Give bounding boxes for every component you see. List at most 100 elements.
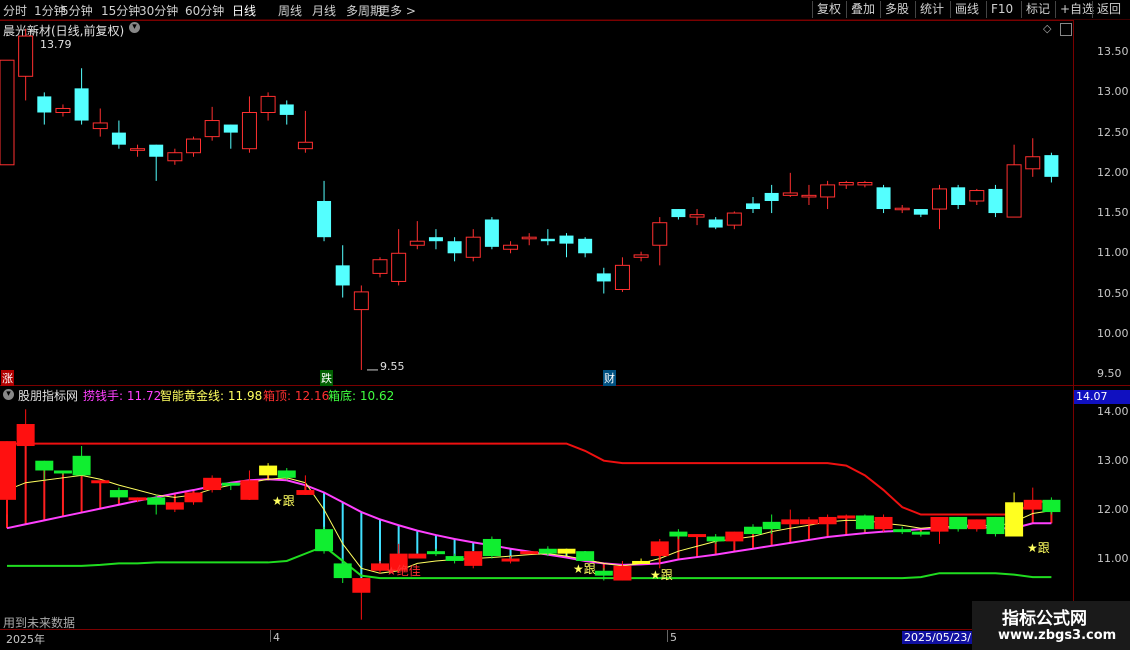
candle-body — [409, 240, 425, 246]
candle-body — [18, 35, 34, 77]
ind-bar — [165, 502, 184, 510]
high-arrow — [26, 28, 39, 34]
watermark-box: 指标公式网 www.zbgs3.com — [972, 601, 1130, 650]
candle-body — [92, 122, 108, 130]
candle-body — [633, 254, 649, 258]
candle-body — [1006, 164, 1022, 218]
ind-bar — [799, 519, 818, 525]
ind-bar — [315, 529, 334, 552]
candle-body — [708, 219, 723, 228]
ind-bar — [874, 516, 893, 530]
ind-bar — [16, 424, 35, 447]
ind-bar — [967, 519, 986, 530]
candle-body — [1025, 156, 1041, 170]
candle-body — [279, 104, 294, 115]
ind-bar — [221, 482, 240, 486]
candle-body — [1044, 155, 1059, 177]
ind-bar — [482, 538, 501, 557]
candle-body — [372, 259, 388, 274]
candle-body — [447, 241, 462, 254]
candle-body — [689, 214, 705, 218]
ind-bar — [408, 553, 427, 559]
ind-bar — [706, 536, 725, 542]
candle-body — [149, 144, 164, 157]
ind-bar — [259, 465, 278, 476]
ind-bar — [594, 570, 613, 576]
ind-bar — [91, 480, 110, 484]
candle-body — [111, 132, 126, 145]
ind-bar — [184, 492, 203, 503]
ind-bar — [1042, 499, 1061, 513]
signal-label-1: ★绝佳 — [386, 564, 421, 578]
ind-bar — [911, 531, 930, 535]
candle-body — [335, 265, 350, 286]
ind-bar — [725, 531, 744, 542]
candle-body — [951, 187, 966, 206]
candle-body — [465, 236, 481, 258]
candle-body — [764, 192, 779, 201]
candle-body — [428, 237, 443, 242]
ind-bar — [501, 558, 520, 562]
candle-body — [167, 152, 183, 162]
ind-bar — [837, 515, 856, 519]
signal-label-0: ★跟 — [272, 494, 295, 508]
ind-bar — [240, 480, 259, 500]
candle-body — [521, 236, 537, 240]
candle-body — [297, 141, 313, 150]
candle-body — [223, 124, 238, 133]
candle-body — [37, 96, 52, 113]
candle-body — [820, 184, 836, 198]
ind-bar — [53, 470, 72, 474]
candle-body — [130, 148, 146, 151]
ind-bar — [855, 515, 874, 530]
ind-bar — [296, 490, 315, 495]
ind-bar — [818, 516, 837, 525]
candle-body — [746, 203, 760, 210]
ind-bar — [986, 516, 1005, 535]
candle-body — [894, 207, 910, 211]
ind-bar — [203, 477, 222, 491]
signal-label-3: ★跟 — [650, 568, 673, 582]
ind-bar — [1023, 499, 1042, 510]
candle-body — [0, 59, 15, 166]
candle-body — [671, 209, 686, 218]
golden-line — [6, 474, 1052, 574]
ind-bar — [426, 551, 445, 555]
ind-bar — [688, 534, 707, 538]
ind-bar — [1005, 502, 1024, 537]
candle-body — [260, 95, 276, 113]
candle-body — [969, 190, 985, 202]
candle-body — [652, 222, 668, 246]
candle-body — [726, 212, 742, 226]
candle-body — [913, 209, 928, 215]
candle-body — [353, 291, 369, 311]
candle-body — [74, 88, 89, 121]
ind-bar — [650, 541, 669, 557]
watermark-title: 指标公式网 — [1002, 609, 1087, 629]
candle-body — [782, 192, 798, 196]
candle-body — [204, 120, 220, 138]
ind-bar — [893, 529, 912, 533]
watermark-url: www.zbgs3.com — [998, 628, 1117, 643]
signal-label-4: ★跟 — [1027, 541, 1050, 555]
ind-bar — [949, 516, 968, 530]
ind-bar — [109, 490, 128, 498]
signal-label-2: ★跟 — [573, 562, 596, 576]
ind-bar — [352, 578, 371, 593]
candle-body — [838, 181, 854, 186]
ind-bar — [762, 521, 781, 530]
ind-bar — [520, 551, 539, 555]
ind-bar — [333, 563, 352, 579]
candle-body — [55, 107, 71, 113]
candle-body — [614, 264, 630, 290]
kline-chart[interactable] — [0, 0, 1130, 650]
ind-bar — [632, 560, 651, 564]
ind-bar — [128, 497, 147, 501]
candle-body — [857, 181, 873, 186]
candle-body — [596, 273, 611, 282]
ind-bar — [464, 551, 483, 566]
candle-body — [540, 238, 555, 242]
candle-body — [801, 194, 817, 198]
candle-body — [241, 111, 257, 150]
ind-bar — [669, 531, 688, 537]
